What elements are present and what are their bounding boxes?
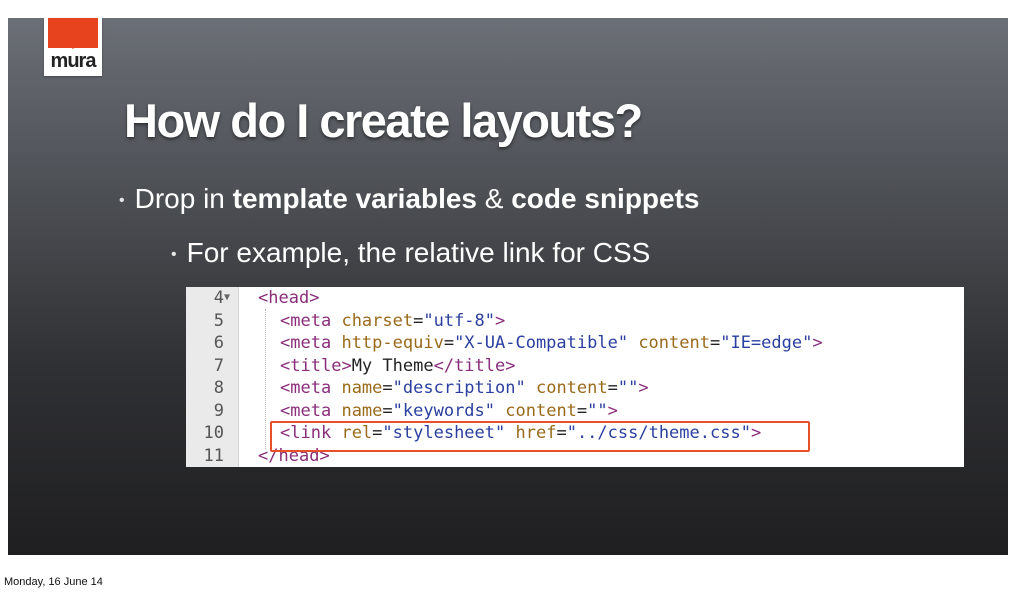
logo-text: mura: [50, 50, 97, 72]
bullet-secondary-text: For example, the relative link for CSS: [186, 237, 651, 268]
code-line: 4 ▼ <head>: [186, 287, 964, 310]
code-token: =: [382, 400, 393, 421]
bullet-bold-code-snippets: code snippets: [511, 183, 700, 214]
line-number: 9: [213, 400, 224, 421]
code-token: name: [341, 400, 383, 421]
bullet-bold-template-variables: template variables: [232, 183, 477, 214]
code-token: >: [607, 400, 618, 421]
code-token: >: [309, 288, 320, 308]
code-token: content: [638, 333, 710, 353]
footer-date: Monday, 16 June 14: [4, 576, 103, 588]
code-token: <: [280, 400, 291, 421]
code-token: "IE=edge": [720, 333, 813, 353]
code-token: "": [617, 378, 639, 398]
code-token: name: [341, 378, 383, 398]
code-token: >: [812, 333, 823, 353]
bullet-secondary: • For example, the relative link for CSS: [171, 237, 650, 269]
line-number: 5: [213, 310, 224, 331]
bullet-prefix: Drop in: [134, 183, 233, 214]
code-token: "": [587, 400, 608, 421]
code-token: =: [413, 310, 424, 331]
fold-arrow-icon[interactable]: ▼: [224, 287, 230, 310]
code-token: charset: [341, 310, 414, 331]
code-token: <: [258, 288, 269, 308]
slide-title: How do I create layouts?: [124, 94, 643, 147]
code-token: >: [495, 310, 506, 331]
code-token: title: [290, 355, 342, 376]
code-token: My Theme: [351, 355, 434, 376]
mura-logo: mura: [44, 18, 102, 76]
code-token: <: [280, 333, 291, 353]
code-line: 8 <meta name="description" content="">: [186, 377, 964, 400]
line-number: 4: [213, 288, 224, 308]
bullet-dot-icon: •: [119, 191, 125, 209]
code-token: =: [607, 378, 618, 398]
code-token: <: [280, 310, 291, 331]
code-token: meta: [290, 378, 332, 398]
code-token: meta: [290, 310, 332, 331]
bullet-primary: • Drop in template variables & code snipp…: [119, 183, 700, 215]
code-token: head: [268, 288, 310, 308]
bullet-dot-icon: •: [171, 245, 177, 263]
highlight-box: [270, 421, 810, 452]
code-token: "utf-8": [423, 310, 496, 331]
code-token: "keywords": [392, 400, 496, 421]
code-token: >: [341, 355, 352, 376]
code-token: =: [382, 378, 393, 398]
logo-notch: [64, 40, 82, 49]
code-line: 7 <title>My Theme</title>: [186, 355, 964, 378]
code-line: 5 <meta charset="utf-8">: [186, 310, 964, 333]
bullet-mid: &: [477, 183, 512, 214]
code-token: "X-UA-Compatible": [454, 333, 629, 353]
code-token: http-equiv: [341, 333, 444, 353]
code-line: 6 <meta http-equiv="X-UA-Compatible" con…: [186, 332, 964, 355]
code-token: content: [535, 378, 608, 398]
line-number: 11: [203, 445, 224, 466]
code-token: >: [505, 355, 516, 376]
code-token: title: [454, 355, 506, 376]
code-token: meta: [290, 333, 332, 353]
line-number: 10: [203, 423, 224, 443]
line-number: 7: [213, 355, 224, 376]
code-token: <: [280, 355, 291, 376]
code-token: =: [576, 400, 588, 421]
code-screenshot: 4 ▼ <head> 5 <meta charset="utf-8"> 6 <m…: [186, 287, 964, 467]
code-token: content: [505, 400, 577, 421]
code-token: </: [433, 355, 455, 376]
code-token: =: [709, 333, 721, 353]
code-token: =: [443, 333, 455, 353]
line-number: 6: [213, 333, 224, 353]
code-token: <: [280, 378, 291, 398]
code-token: meta: [290, 400, 332, 421]
code-token: >: [638, 378, 649, 398]
code-line: 9 <meta name="keywords" content="">: [186, 400, 964, 423]
code-token: "description": [392, 378, 526, 398]
line-number: 8: [213, 378, 224, 398]
